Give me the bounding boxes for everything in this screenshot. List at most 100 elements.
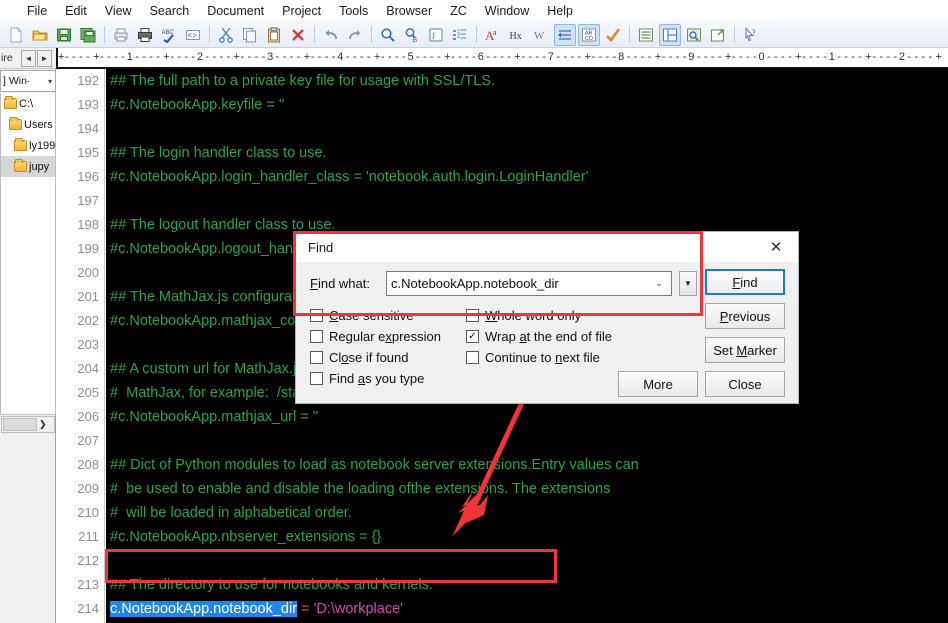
replace-icon[interactable]: B (401, 24, 423, 46)
table-view-icon[interactable] (659, 24, 681, 46)
hex-icon[interactable]: Hx (506, 24, 528, 46)
menu-item-zc[interactable]: ZC (441, 1, 476, 21)
find-what-combo[interactable]: ⌄ (386, 271, 672, 296)
checkbox-box[interactable] (466, 351, 479, 364)
find-icon[interactable] (377, 24, 399, 46)
checkbox-close-if-found[interactable]: Close if found (310, 350, 409, 365)
paste-icon[interactable] (263, 24, 285, 46)
code-line-highlighted[interactable]: c.NotebookApp.notebook_dir = 'D:\workpla… (106, 597, 948, 621)
code-line[interactable]: #c.NotebookApp.nbserver_extensions = {} (106, 525, 948, 549)
wrap-icon[interactable]: W (530, 24, 552, 46)
code-line[interactable] (106, 429, 948, 453)
checkbox-box[interactable] (310, 309, 323, 322)
checkbox-continue-to-next-file[interactable]: Continue to next file (466, 350, 600, 365)
preview-icon[interactable] (683, 24, 705, 46)
checkbox-box[interactable]: ✓ (466, 330, 479, 343)
spellcheck-icon[interactable]: ABC (158, 24, 180, 46)
line-number: 213 (56, 573, 104, 597)
menu-item-search[interactable]: Search (141, 1, 199, 21)
menu-item-view[interactable]: View (96, 1, 141, 21)
explorer-tab-label[interactable]: ire (0, 52, 20, 64)
tree-item-c-drive[interactable]: C:\ (1, 93, 55, 114)
find-history-button[interactable]: ▼ (679, 271, 697, 296)
tree-item-jupy[interactable]: jupy (1, 156, 55, 177)
code-line[interactable]: #c.NotebookApp.mathjax_url = '' (106, 405, 948, 429)
menu-item-project[interactable]: Project (273, 1, 330, 21)
check-mark-icon[interactable] (602, 24, 624, 46)
tree-item-ly199[interactable]: ly199 (1, 135, 55, 156)
ruler-tick-minor: - (577, 51, 581, 63)
drive-select[interactable]: ] Win· ▾ (0, 70, 56, 92)
sort-icon[interactable]: 12 (449, 24, 471, 46)
code-line[interactable]: #c.NotebookApp.login_handler_class = 'no… (106, 165, 948, 189)
code-line[interactable]: #c.NotebookApp.keyfile = '' (106, 93, 948, 117)
line-number-gutter: 1921931941951961971981992002012022032042… (56, 69, 105, 623)
svg-text:J: J (432, 31, 436, 41)
find-what-input[interactable] (387, 273, 649, 294)
checkbox-case-sensitive[interactable]: Case sensitive (310, 308, 414, 323)
copy-icon[interactable] (239, 24, 261, 46)
left-explorer-panel: ire ◄ ► ] Win· ▾ C:\ Users ly199 jupy (0, 48, 56, 623)
save-all-icon[interactable] (77, 24, 99, 46)
indent-icon[interactable] (554, 24, 576, 46)
goto-icon[interactable]: J (425, 24, 447, 46)
delete-icon[interactable] (287, 24, 309, 46)
checkbox-box[interactable] (466, 309, 479, 322)
close-icon[interactable]: ✕ (754, 232, 798, 262)
code-line[interactable]: # will be loaded in alphabetical order. (106, 501, 948, 525)
spelling-abcd-icon[interactable]: ABCD (578, 24, 600, 46)
more-button[interactable]: More (618, 371, 698, 397)
checkbox-box[interactable] (310, 330, 323, 343)
new-file-icon[interactable] (5, 24, 27, 46)
help-pointer-icon[interactable]: ? (740, 24, 762, 46)
code-line[interactable]: ## Dict of Python modules to load as not… (106, 453, 948, 477)
print-preview-icon[interactable] (110, 24, 132, 46)
undo-icon[interactable] (320, 24, 342, 46)
list-view-icon[interactable] (635, 24, 657, 46)
scrollbar-thumb[interactable] (3, 418, 37, 431)
code-line[interactable] (106, 549, 948, 573)
checkbox-wrap-at-end-of-file[interactable]: ✓ Wrap at the end of file (466, 329, 612, 344)
menu-item-window[interactable]: Window (476, 1, 538, 21)
redo-icon[interactable] (344, 24, 366, 46)
menu-item-help[interactable]: Help (538, 1, 582, 21)
ruler-tick-minor: - (149, 51, 153, 63)
checkbox-find-as-you-type[interactable]: Find as you type (310, 371, 424, 386)
code-line[interactable] (106, 189, 948, 213)
code-tags-icon[interactable]: <> (182, 24, 204, 46)
close-button[interactable]: Close (705, 371, 785, 397)
code-line[interactable]: # be used to enable and disable the load… (106, 477, 948, 501)
previous-button[interactable]: Previous (705, 303, 785, 329)
checkbox-box[interactable] (310, 351, 323, 364)
explorer-scroll-right-button[interactable]: ► (37, 50, 52, 67)
explorer-horizontal-scrollbar[interactable]: ❯ (1, 416, 55, 433)
menu-item-edit[interactable]: Edit (56, 1, 96, 21)
folder-open-icon (14, 161, 27, 172)
explorer-scroll-left-button[interactable]: ◄ (21, 50, 36, 67)
code-line[interactable]: ## The full path to a private key file f… (106, 69, 948, 93)
menu-item-file[interactable]: File (18, 1, 56, 21)
scroll-right-icon[interactable]: ❯ (39, 419, 47, 430)
checkbox-whole-word-only[interactable]: Whole word only (466, 308, 581, 323)
code-line[interactable]: ## The login handler class to use. (106, 141, 948, 165)
menu-item-browser[interactable]: Browser (377, 1, 441, 21)
save-icon[interactable] (53, 24, 75, 46)
external-window-icon[interactable] (707, 24, 729, 46)
ruler-tick-minor: - (683, 51, 687, 63)
tree-item-users[interactable]: Users (1, 114, 55, 135)
chevron-down-icon[interactable]: ⌄ (649, 278, 669, 289)
menu-item-document[interactable]: Document (198, 1, 273, 21)
font-color-icon[interactable]: Aa (482, 24, 504, 46)
folder-icon (9, 119, 22, 130)
code-line[interactable] (106, 117, 948, 141)
ruler-tick-minor: - (283, 51, 287, 63)
open-folder-icon[interactable] (29, 24, 51, 46)
code-line[interactable]: ## The directory to use for notebooks an… (106, 573, 948, 597)
find-button[interactable]: Find (705, 269, 785, 295)
checkbox-regular-expression[interactable]: Regular expression (310, 329, 441, 344)
menu-item-tools[interactable]: Tools (330, 1, 377, 21)
checkbox-box[interactable] (310, 372, 323, 385)
cut-icon[interactable] (215, 24, 237, 46)
print-icon[interactable] (134, 24, 156, 46)
set-marker-button[interactable]: Set Marker (705, 337, 785, 363)
